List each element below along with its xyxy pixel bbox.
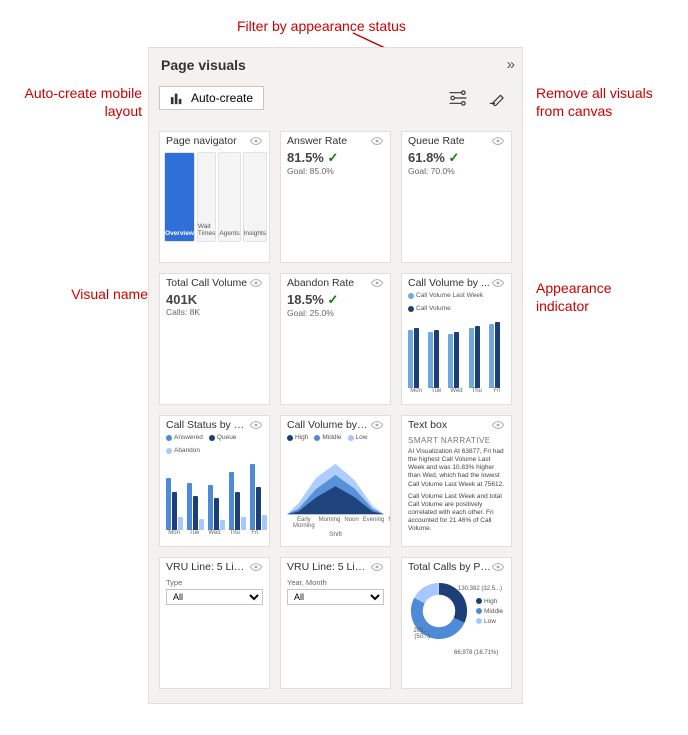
callout-visual-name: Visual name: [28, 286, 148, 304]
page-navigator-tabs: Overview Wait Times Agents Insights Tren…: [160, 148, 269, 246]
card-text-box[interactable]: Text box SMART NARRATIVE AI Visualizatio…: [401, 415, 512, 547]
card-vru-line-1[interactable]: VRU Line: 5 Line... Type All: [159, 557, 270, 689]
appearance-eye-icon: [249, 420, 263, 430]
panel-toolbar: Auto-create: [149, 77, 522, 125]
card-vru-line-2[interactable]: VRU Line: 5 Line... Year, Month All: [280, 557, 391, 689]
card-queue-rate[interactable]: Queue Rate 61.8% ✓ Goal: 70.0%: [401, 131, 512, 263]
mini-area-chart: Early MorningMorningNoonEveningNight Shi…: [281, 443, 390, 535]
pn-tab: Trends: [269, 152, 270, 242]
appearance-eye-icon: [491, 136, 505, 146]
card-abandon-rate[interactable]: Abandon Rate 18.5% ✓ Goal: 25.0%: [280, 273, 391, 405]
auto-create-button[interactable]: Auto-create: [159, 86, 264, 110]
pn-tab: Agents: [218, 152, 240, 242]
appearance-eye-icon: [370, 136, 384, 146]
panel-title: Page visuals: [161, 57, 246, 73]
appearance-eye-icon: [249, 278, 263, 288]
stage: Auto-create mobile layout Filter by appe…: [0, 0, 688, 735]
auto-create-icon: [170, 91, 184, 105]
appearance-eye-icon: [249, 136, 263, 146]
appearance-eye-icon: [370, 562, 384, 572]
pn-tab: Insights: [243, 152, 267, 242]
callout-filter: Filter by appearance status: [237, 18, 406, 36]
callout-appearance: Appearance indicator: [536, 280, 656, 315]
appearance-eye-icon: [370, 278, 384, 288]
appearance-eye-icon: [491, 278, 505, 288]
slicer-select[interactable]: All: [287, 589, 384, 605]
collapse-icon[interactable]: »: [507, 56, 512, 73]
appearance-eye-icon: [249, 562, 263, 572]
callout-auto-create: Auto-create mobile layout: [12, 85, 142, 120]
page-visuals-panel: Page visuals » Auto-create: [148, 47, 523, 704]
card-call-status-by-weekday[interactable]: Call Status by W... Answered Queue Aband…: [159, 415, 270, 547]
appearance-eye-icon: [370, 420, 384, 430]
smart-narrative-text: SMART NARRATIVE AI Visualization At 6387…: [402, 432, 511, 537]
mini-bar-chart: [160, 456, 269, 530]
pn-tab: Wait Times: [197, 152, 216, 242]
slicer-select[interactable]: All: [166, 589, 263, 605]
card-total-call-volume[interactable]: Total Call Volume 401K Calls: 8K: [159, 273, 270, 405]
card-answer-rate[interactable]: Answer Rate 81.5% ✓ Goal: 85.0%: [280, 131, 391, 263]
card-page-navigator[interactable]: Page navigator Overview Wait Times Agent…: [159, 131, 270, 263]
callout-eraser: Remove all visuals from canvas: [536, 85, 681, 120]
panel-header: Page visuals »: [149, 48, 522, 77]
appearance-eye-icon: [491, 420, 505, 430]
mini-bar-chart: [402, 314, 511, 388]
pn-tab: Overview: [164, 152, 195, 242]
visuals-grid: Page navigator Overview Wait Times Agent…: [149, 125, 522, 703]
card-call-volume-by-weekday[interactable]: Call Volume by ... Call Volume Last Week…: [401, 273, 512, 405]
eraser-icon[interactable]: [480, 83, 512, 113]
filter-icon[interactable]: [442, 83, 474, 113]
card-call-volume-by-shift[interactable]: Call Volume by S... High Middle Low Earl…: [280, 415, 391, 547]
card-total-calls-by-priority[interactable]: Total Calls by Pri... High Middle Low 13…: [401, 557, 512, 689]
appearance-eye-icon: [491, 562, 505, 572]
